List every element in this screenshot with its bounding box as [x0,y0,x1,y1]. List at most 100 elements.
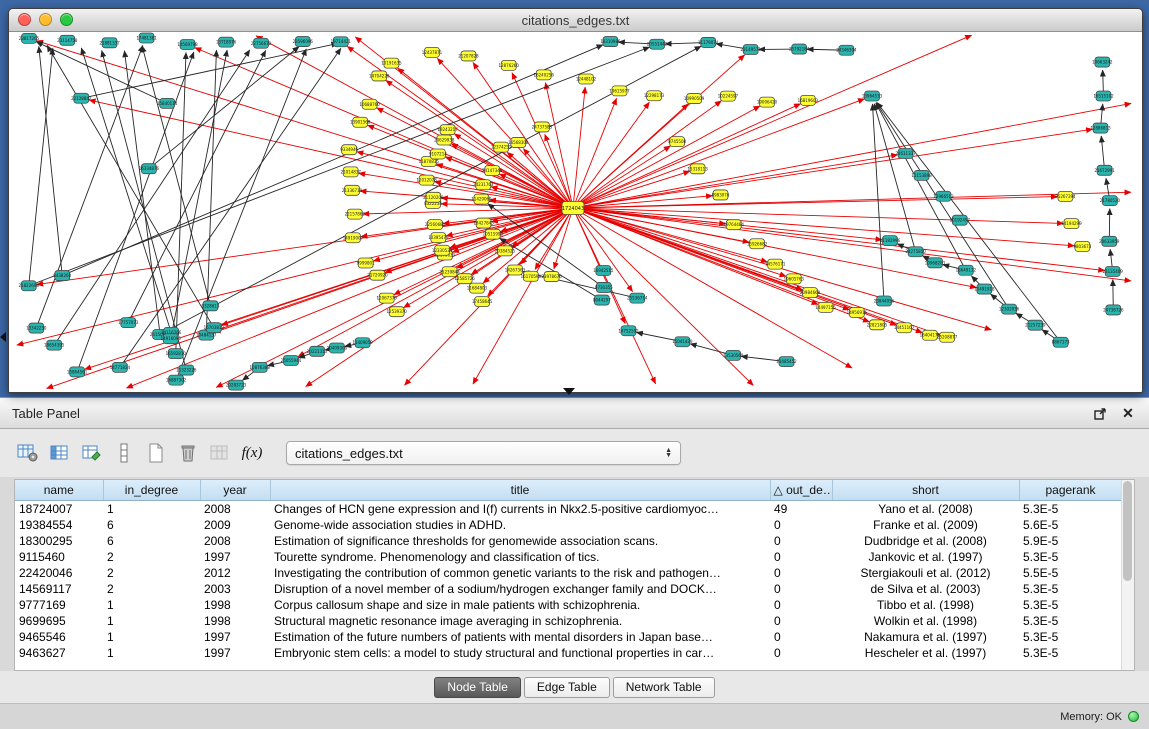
svg-text:16568308: 16568308 [508,140,529,145]
table-cell: 0 [770,613,832,629]
close-window-button[interactable] [18,13,31,26]
table-vertical-scrollbar[interactable] [1121,480,1134,670]
svg-text:21672991: 21672991 [1094,168,1115,173]
table-cell: 0 [770,565,832,581]
table-row[interactable]: 1830029562008Estimation of significance … [15,533,1122,549]
svg-text:19605763: 19605763 [784,276,805,281]
column-header-title[interactable]: title [270,480,770,501]
tab-edge-table[interactable]: Edge Table [524,677,610,698]
delete-icon[interactable] [174,439,202,467]
svg-text:14956916: 14956916 [847,310,868,315]
svg-text:11684803: 11684803 [467,286,488,291]
network-table-selector[interactable]: citations_edges.txt ▲▼ [286,441,681,465]
window-controls [18,13,73,26]
minimize-window-button[interactable] [39,13,52,26]
float-panel-icon[interactable] [1091,404,1109,422]
svg-text:16334876: 16334876 [139,166,160,171]
network-graph: 2381726523114758218813371748138114569798… [9,32,1140,392]
table-cell: 5.5E-5 [1019,565,1122,581]
table-cell: 5.3E-5 [1019,549,1122,565]
table-row[interactable]: 911546021997Tourette syndrome. Phenomeno… [15,549,1122,565]
scroll-indicator-down-icon [563,388,575,395]
svg-text:21720920: 21720920 [367,273,388,278]
table-row[interactable]: 1872400712008Changes of HCN gene express… [15,501,1122,518]
row-height-icon[interactable] [110,439,138,467]
table-cell: 2 [103,581,200,597]
table-row[interactable]: 946362711997Embryonic stem cells: a mode… [15,645,1122,661]
table-cell: 1 [103,613,200,629]
table-cell: Embryonic stem cells: a model to study s… [270,645,770,661]
svg-text:24275850: 24275850 [905,249,926,254]
svg-text:9730355: 9730355 [595,285,613,290]
svg-text:11182996: 11182996 [880,238,901,243]
svg-text:9803673: 9803673 [1073,244,1091,249]
table-cell: 1 [103,597,200,613]
close-panel-icon[interactable]: ✕ [1119,404,1137,422]
table-cell: de Silva et al. (2003) [832,581,1019,597]
svg-text:16887302: 16887302 [166,378,187,383]
svg-text:11153898: 11153898 [911,173,932,178]
svg-text:8438260: 8438260 [53,273,71,278]
column-header-year[interactable]: year [200,480,270,501]
table-row[interactable]: 946554611997Estimation of the future num… [15,629,1122,645]
table-row[interactable]: 977716911998Corpus callosum shape and si… [15,597,1122,613]
svg-text:13530569: 13530569 [723,353,744,358]
table-row[interactable]: 969969511998Structural magnetic resonanc… [15,613,1122,629]
svg-text:14451167: 14451167 [894,325,915,330]
network-window-titlebar[interactable]: citations_edges.txt [9,9,1142,32]
svg-text:15041429: 15041429 [672,339,693,344]
new-document-icon[interactable] [142,439,170,467]
table-row[interactable]: 2242004622012Investigating the contribut… [15,565,1122,581]
scrollbar-thumb[interactable] [1123,481,1132,581]
function-builder-icon[interactable]: f(x) [238,439,266,467]
column-header-in-degree[interactable]: in_degree [103,480,200,501]
svg-text:19714421: 19714421 [331,39,352,44]
table-cell: Yano et al. (2008) [832,501,1019,518]
svg-text:23596096: 23596096 [293,39,314,44]
svg-text:21881337: 21881337 [99,40,120,45]
table-cell: 9115460 [15,549,103,565]
svg-text:16819603: 16819603 [798,98,819,103]
edit-table-icon[interactable] [78,439,106,467]
svg-text:13901568: 13901568 [350,120,371,125]
svg-text:18649132: 18649132 [956,268,977,273]
svg-text:12374251: 12374251 [491,145,512,150]
table-settings-icon[interactable] [14,439,42,467]
import-table-icon[interactable] [206,439,234,467]
table-cell: 6 [103,533,200,549]
column-header-name[interactable]: name [15,480,103,501]
svg-text:12886813: 12886813 [1090,126,1111,131]
svg-text:24738726: 24738726 [1103,307,1124,312]
svg-text:9107214: 9107214 [429,152,447,157]
column-header-out-de-[interactable]: △ out_de… [770,480,832,501]
table-cell: Corpus callosum shape and size in male p… [270,597,770,613]
table-cell: 5.3E-5 [1019,501,1122,518]
svg-text:21336719: 21336719 [342,188,363,193]
svg-text:25208877: 25208877 [937,335,958,340]
tab-node-table[interactable]: Node Table [434,677,521,698]
network-canvas[interactable]: 2381726523114758218813371748138114569798… [9,32,1140,392]
table-row[interactable]: 1938455462009Genome-wide association stu… [15,517,1122,533]
svg-text:19243217: 19243217 [437,127,458,132]
table-header-row: namein_degreeyeartitle△ out_de…shortpage… [15,480,1122,501]
column-header-pagerank[interactable]: pagerank [1019,480,1122,501]
tab-network-table[interactable]: Network Table [613,677,715,698]
dropdown-stepper-icon: ▲▼ [665,448,672,458]
table-cell: 2008 [200,501,270,518]
svg-text:14267363: 14267363 [505,267,526,272]
svg-text:23135409: 23135409 [1102,269,1123,274]
column-header-short[interactable]: short [832,480,1019,501]
svg-text:12298173: 12298173 [644,93,665,98]
zoom-window-button[interactable] [60,13,73,26]
svg-text:12067370: 12067370 [377,296,398,301]
svg-text:12966513: 12966513 [933,194,954,199]
table-cell: 2 [103,549,200,565]
table-row[interactable]: 1456911722003Disruption of a novel membe… [15,581,1122,597]
show-columns-icon[interactable] [46,439,74,467]
svg-text:16592810: 16592810 [166,351,187,356]
svg-text:8867173: 8867173 [1052,340,1070,345]
table-cell: 1 [103,501,200,518]
svg-text:14919007: 14919007 [343,235,364,240]
svg-text:22821805: 22821805 [867,322,888,327]
svg-text:11870835: 11870835 [419,159,440,164]
